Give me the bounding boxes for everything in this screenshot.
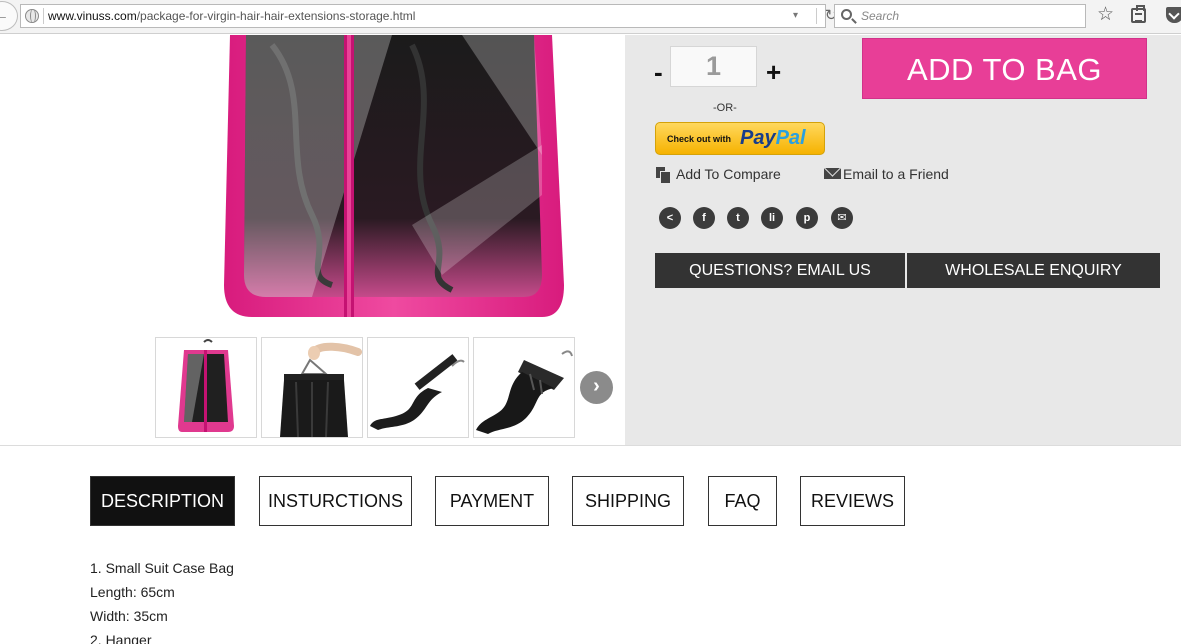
share-icon[interactable]: < [659, 207, 681, 229]
search-input[interactable]: Search [834, 4, 1086, 28]
compare-icon [656, 167, 670, 183]
email-icon[interactable]: ✉ [831, 207, 853, 229]
add-to-compare-link[interactable]: Add To Compare [656, 166, 781, 183]
bookmark-star-icon[interactable]: ☆ [1097, 4, 1114, 26]
twitter-icon[interactable]: t [727, 207, 749, 229]
description-line: Width: 35cm [90, 608, 168, 624]
search-icon [841, 9, 852, 20]
description-line: 1. Small Suit Case Bag [90, 560, 234, 576]
description-line: Length: 65cm [90, 584, 175, 600]
quantity-decrease-button[interactable]: - [654, 59, 663, 85]
product-options-panel: - 1 + ADD TO BAG -OR- Check out with Pay… [625, 35, 1181, 445]
search-placeholder: Search [861, 9, 900, 23]
globe-icon [25, 9, 39, 23]
browser-toolbar: ← www.vinuss.com/package-for-virgin-hair… [0, 0, 1181, 34]
or-separator: -OR- [713, 102, 737, 114]
next-arrow-icon[interactable]: › [580, 371, 613, 404]
tab-reviews[interactable]: REVIEWS [800, 476, 905, 526]
description-content: 1. Small Suit Case Bag Length: 65cm Widt… [90, 558, 234, 644]
envelope-icon [824, 168, 841, 179]
quantity-input[interactable]: 1 [670, 46, 757, 87]
tab-faq[interactable]: FAQ [708, 476, 777, 526]
tab-description[interactable]: DESCRIPTION [90, 476, 235, 526]
pocket-icon[interactable] [1166, 7, 1181, 23]
section-divider [0, 445, 1181, 446]
thumbnail-image[interactable] [367, 337, 469, 438]
paypal-checkout-button[interactable]: Check out with PayPal [655, 122, 825, 155]
quantity-increase-button[interactable]: + [766, 59, 781, 85]
email-friend-link[interactable]: Email to a Friend [824, 166, 949, 182]
linkedin-icon[interactable]: li [761, 207, 783, 229]
description-line: 2. Hanger [90, 632, 152, 644]
facebook-icon[interactable]: f [693, 207, 715, 229]
url-dropdown-icon[interactable]: ▾ [793, 7, 807, 25]
url-text[interactable]: www.vinuss.com/package-for-virgin-hair-h… [48, 9, 415, 23]
address-bar[interactable]: www.vinuss.com/package-for-virgin-hair-h… [20, 4, 837, 28]
tab-payment[interactable]: PAYMENT [435, 476, 549, 526]
paypal-checkout-label: Check out with [667, 134, 732, 144]
questions-email-button[interactable]: QUESTIONS? EMAIL US [655, 253, 905, 288]
tab-instructions[interactable]: INSTURCTIONS [259, 476, 412, 526]
product-main-image[interactable] [162, 35, 610, 335]
tab-shipping[interactable]: SHIPPING [572, 476, 684, 526]
thumbnail-image[interactable] [473, 337, 575, 438]
thumbnail-image[interactable] [261, 337, 363, 438]
paypal-logo: PayPal [740, 127, 806, 149]
wholesale-enquiry-button[interactable]: WHOLESALE ENQUIRY [907, 253, 1160, 288]
product-gallery: › [0, 35, 625, 445]
add-to-bag-button[interactable]: ADD TO BAG [862, 38, 1147, 99]
back-arrow-icon[interactable]: ← [0, 1, 18, 31]
pinterest-icon[interactable]: p [796, 207, 818, 229]
thumbnail-image[interactable] [155, 337, 257, 438]
clipboard-icon[interactable] [1131, 5, 1146, 23]
